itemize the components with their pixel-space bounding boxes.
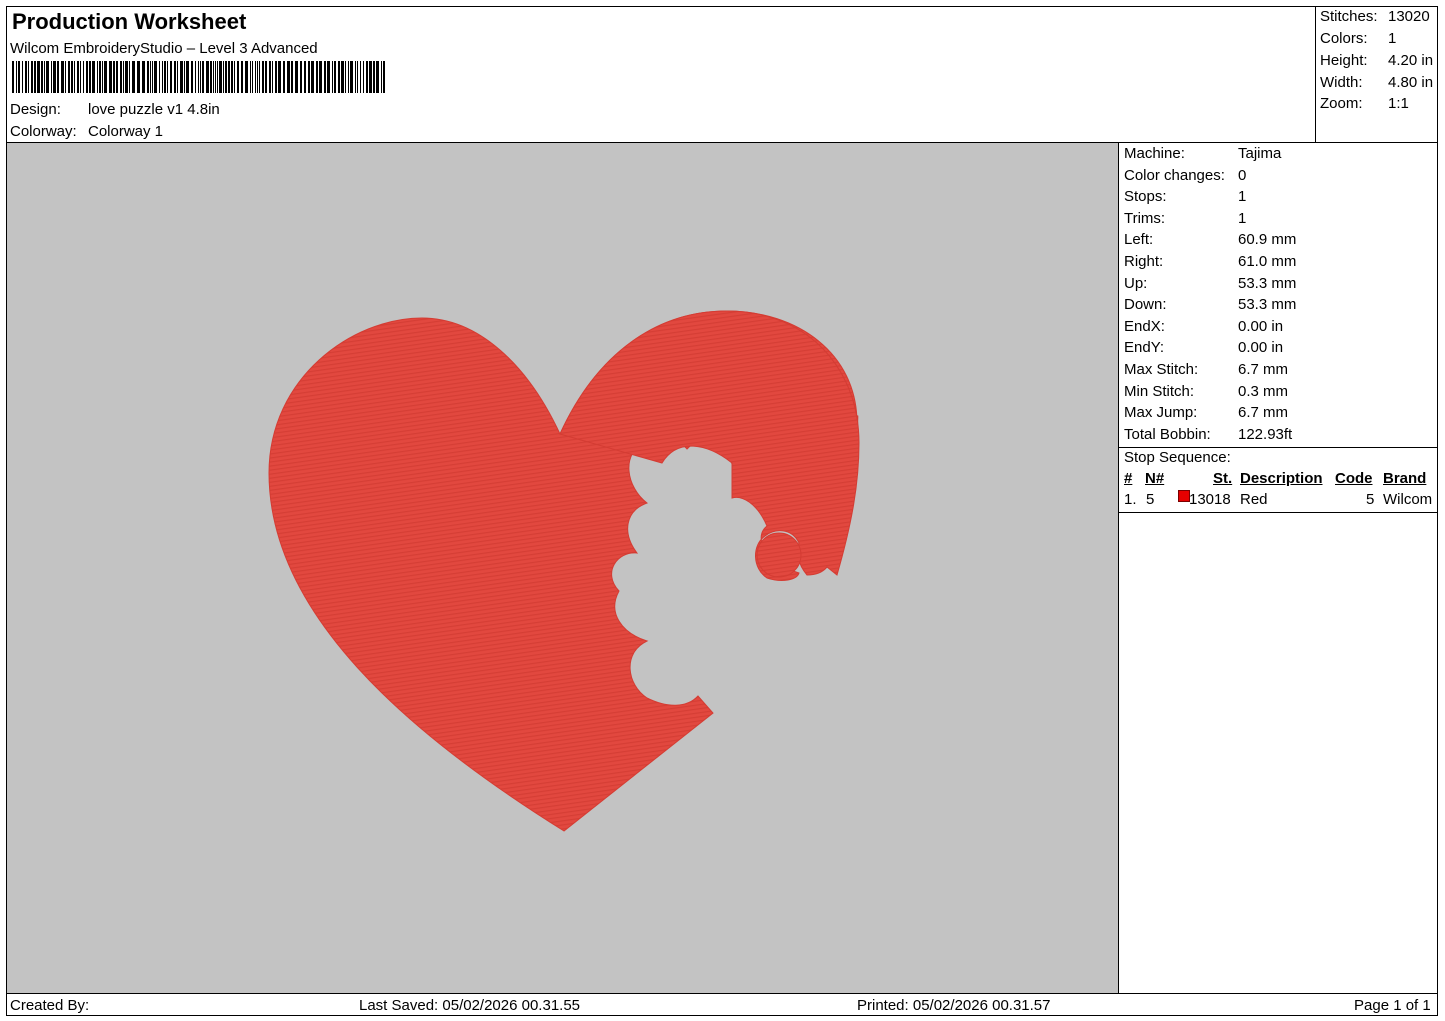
- machine-stat-label: Left:: [1124, 231, 1154, 249]
- machine-stat-label: Min Stitch:: [1124, 382, 1195, 400]
- machine-stat-value: 0: [1238, 166, 1247, 184]
- design-name: love puzzle v1 4.8in: [88, 101, 220, 118]
- col-stitches-header: St.: [1213, 470, 1233, 487]
- colors-value: 1: [1388, 30, 1397, 47]
- machine-stat-value: 0.3 mm: [1238, 382, 1289, 400]
- row-needle: 5: [1146, 491, 1155, 508]
- height-value: 4.20 in: [1388, 52, 1434, 69]
- design-row: Design: love puzzle v1 4.8in: [10, 101, 220, 118]
- height-label: Height:: [1320, 52, 1368, 69]
- row-num: 1.: [1124, 491, 1137, 508]
- machine-stat-row: EndX: 0.00 in: [1124, 318, 1283, 335]
- width-row: Width: 4.80 in: [1320, 74, 1438, 91]
- barcode-image: [12, 61, 385, 93]
- machine-stat-row: Left: 60.9 mm: [1124, 231, 1296, 248]
- puzzle-knob: [756, 532, 802, 578]
- machine-stat-label: Right:: [1124, 253, 1164, 270]
- machine-stat-row: Right: 61.0 mm: [1124, 253, 1296, 270]
- stop-sequence-title: Stop Sequence:: [1124, 449, 1231, 466]
- machine-stat-label: EndX:: [1124, 317, 1165, 335]
- stitches-label: Stitches:: [1320, 8, 1378, 25]
- heart-puzzle-design: [268, 310, 860, 832]
- production-worksheet: Production Worksheet Wilcom EmbroiderySt…: [6, 6, 1438, 1016]
- colorway-label: Colorway:: [10, 123, 77, 140]
- machine-stat-row: Total Bobbin: 122.93ft: [1124, 426, 1292, 443]
- last-saved: Last Saved: 05/02/2026 00.31.55: [359, 997, 581, 1014]
- machine-stat-row: Up: 53.3 mm: [1124, 275, 1296, 292]
- machine-stat-label: Max Stitch:: [1124, 361, 1199, 378]
- worksheet-title: Production Worksheet: [12, 9, 247, 34]
- machine-stat-row: EndY: 0.00 in: [1124, 339, 1283, 356]
- machine-stat-label: Color changes:: [1124, 166, 1225, 184]
- colorway-name: Colorway 1: [88, 123, 164, 140]
- design-summary: Stitches: 13020 Colors: 1 Height: 4.20 in W…: [1315, 7, 1438, 143]
- machine-stat-row: Color changes: 0: [1124, 167, 1246, 184]
- machine-stat-label: Up:: [1124, 274, 1148, 292]
- machine-stat-label: Machine:: [1124, 145, 1185, 162]
- machine-stat-value: 122.93ft: [1238, 425, 1293, 443]
- row-brand: Wilcom: [1383, 491, 1433, 508]
- machine-stat-value: 0.00 in: [1238, 317, 1284, 335]
- colors-row: Colors: 1: [1320, 30, 1438, 47]
- machine-stat-value: 1: [1238, 188, 1247, 206]
- zoom-label: Zoom:: [1320, 95, 1363, 112]
- width-label: Width:: [1320, 74, 1363, 91]
- row-description: Red: [1240, 491, 1268, 508]
- col-brand-header: Brand: [1383, 470, 1427, 487]
- machine-stat-label: Max Jump:: [1124, 404, 1198, 422]
- printed-date: Printed: 05/02/2026 00.31.57: [857, 997, 1051, 1014]
- created-by: Created By:: [10, 997, 90, 1014]
- worksheet-header: Production Worksheet Wilcom EmbroiderySt…: [7, 7, 1315, 143]
- width-value: 4.80 in: [1388, 74, 1434, 91]
- machine-stat-value: 0.00 in: [1238, 339, 1284, 357]
- machine-stat-value: Tajima: [1238, 145, 1282, 162]
- machine-stat-value: 1: [1238, 209, 1247, 227]
- row-stitches: 13018: [1189, 491, 1231, 508]
- machine-stat-row: Machine: Tajima: [1124, 145, 1281, 162]
- col-description-header: Description: [1240, 470, 1323, 487]
- machine-stat-row: Stops: 1: [1124, 188, 1246, 205]
- machine-stat-value: 60.9 mm: [1238, 231, 1297, 249]
- machine-stat-row: Max Jump: 6.7 mm: [1124, 404, 1288, 421]
- machine-stat-row: Min Stitch: 0.3 mm: [1124, 383, 1288, 400]
- page-number: Page 1 of 1: [1354, 997, 1431, 1014]
- machine-stat-row: Max Stitch: 6.7 mm: [1124, 361, 1288, 378]
- table-bottom-divider: [1119, 512, 1438, 513]
- col-num-header: #: [1124, 470, 1133, 487]
- machine-stat-value: 53.3 mm: [1238, 296, 1297, 314]
- design-label: Design:: [10, 101, 61, 118]
- machine-stat-label: EndY:: [1124, 339, 1165, 357]
- colors-label: Colors:: [1320, 30, 1368, 47]
- software-name: Wilcom EmbroideryStudio – Level 3 Advanc…: [10, 40, 318, 57]
- machine-stat-label: Trims:: [1124, 209, 1166, 227]
- col-code-header: Code: [1335, 470, 1373, 487]
- machine-stat-label: Down:: [1124, 296, 1167, 314]
- row-code: 5: [1366, 491, 1375, 508]
- machine-stat-row: Down: 53.3 mm: [1124, 296, 1296, 313]
- stitches-value: 13020: [1388, 8, 1430, 25]
- machine-info-panel: Stop Sequence: # N# St. Description Code…: [1119, 143, 1438, 993]
- machine-stat-value: 6.7 mm: [1238, 361, 1289, 378]
- zoom-row: Zoom: 1:1: [1320, 95, 1438, 112]
- col-needle-header: N#: [1145, 470, 1165, 487]
- stop-sequence-divider: [1119, 447, 1438, 448]
- zoom-value: 1:1: [1388, 95, 1409, 112]
- height-row: Height: 4.20 in: [1320, 52, 1438, 69]
- machine-stat-value: 6.7 mm: [1238, 404, 1289, 422]
- machine-stat-label: Total Bobbin:: [1124, 425, 1211, 443]
- colorway-row: Colorway: Colorway 1: [10, 123, 163, 140]
- stitches-row: Stitches: 13020: [1320, 8, 1438, 25]
- design-preview-canvas: [7, 143, 1119, 993]
- worksheet-footer: Created By: Last Saved: 05/02/2026 00.31…: [7, 993, 1438, 1016]
- machine-stat-row: Trims: 1: [1124, 210, 1246, 227]
- machine-stat-value: 61.0 mm: [1238, 253, 1297, 270]
- machine-stat-value: 53.3 mm: [1238, 274, 1297, 292]
- machine-stat-label: Stops:: [1124, 188, 1167, 206]
